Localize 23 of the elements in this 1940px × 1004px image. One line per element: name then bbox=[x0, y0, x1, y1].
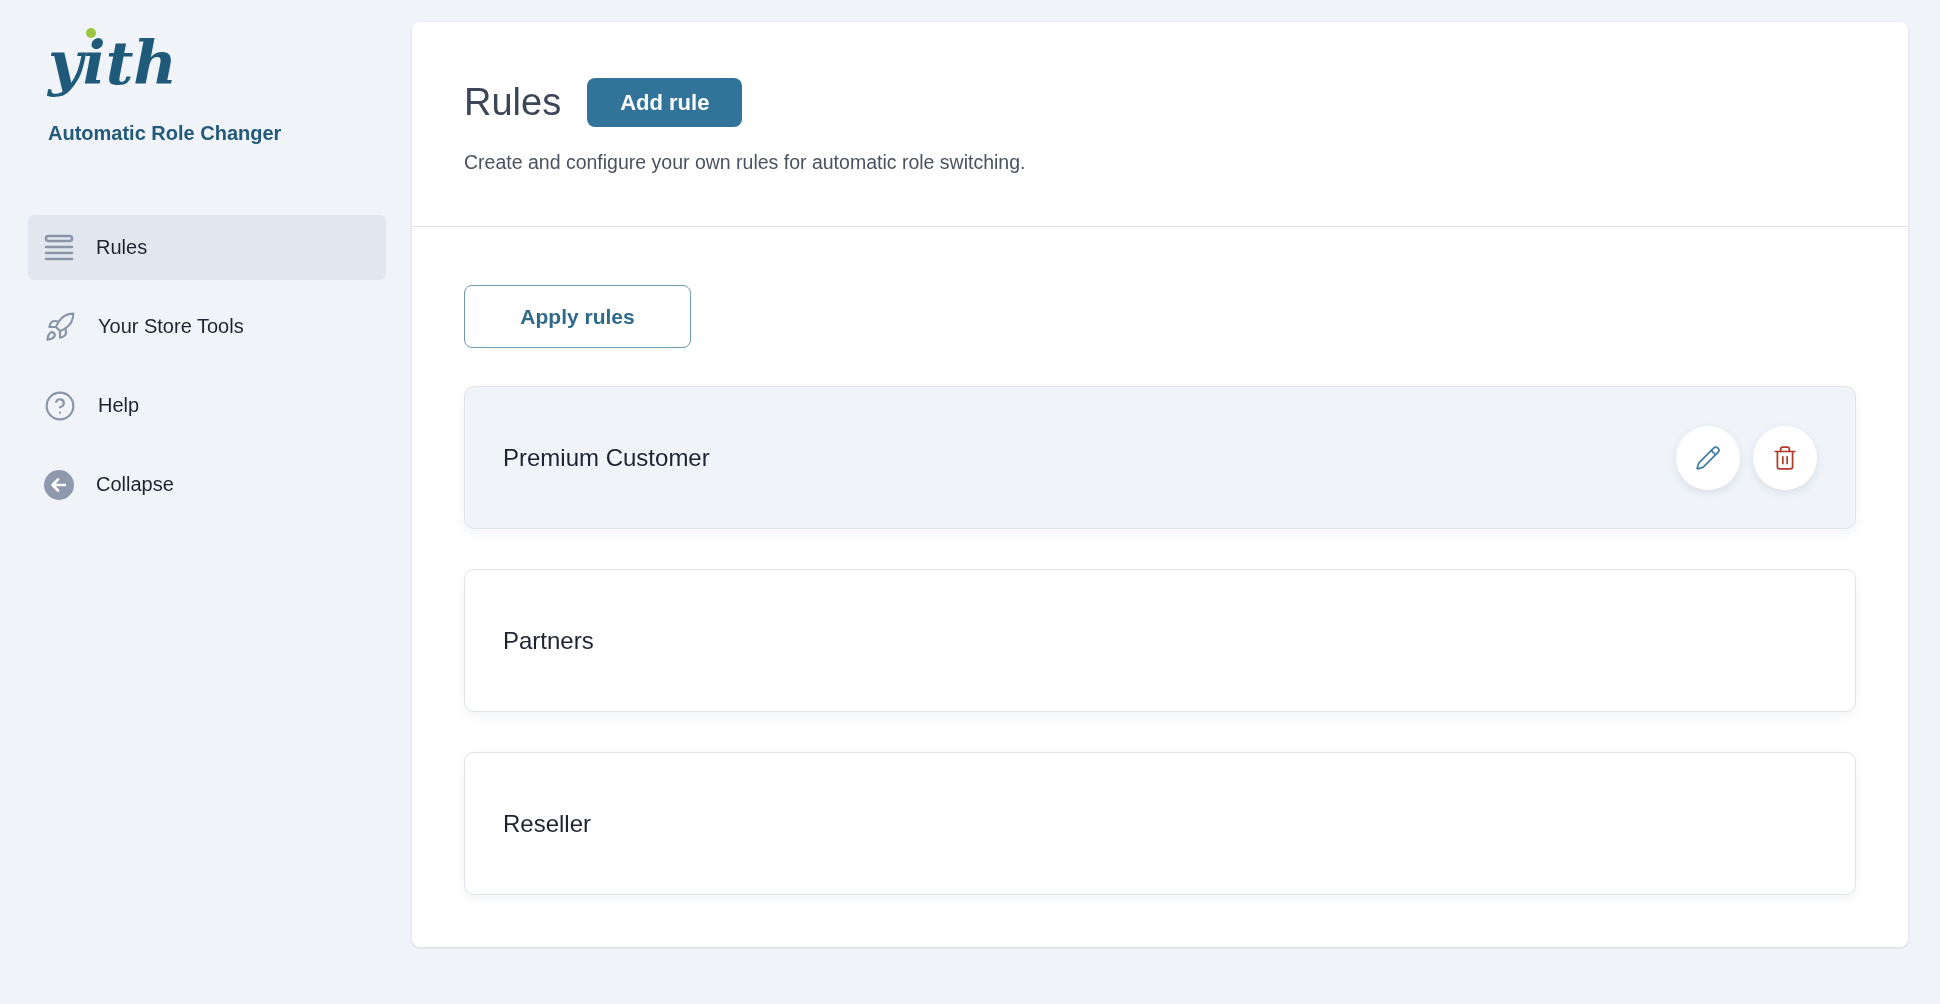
page-title: Rules bbox=[464, 81, 562, 124]
list-icon bbox=[44, 233, 74, 262]
sidebar-item[interactable]: Collapse bbox=[28, 452, 386, 517]
apply-rules-button[interactable]: Apply rules bbox=[464, 285, 691, 348]
pencil-icon bbox=[1695, 444, 1721, 471]
rule-row[interactable]: Reseller bbox=[464, 752, 1856, 895]
rule-name: Partners bbox=[503, 626, 595, 655]
rule-name: Reseller bbox=[503, 809, 593, 838]
rule-row[interactable]: Premium Customer bbox=[464, 386, 1856, 529]
trash-icon bbox=[1772, 444, 1798, 471]
page-description: Create and configure your own rules for automatic role switching. bbox=[464, 151, 1027, 174]
logo: yith bbox=[48, 28, 177, 98]
rule-name: Premium Customer bbox=[503, 443, 711, 472]
add-rule-button[interactable]: Add rule bbox=[587, 78, 743, 127]
rocket-icon bbox=[44, 310, 76, 343]
help-icon bbox=[44, 389, 76, 422]
sidebar-item[interactable]: Help bbox=[28, 373, 386, 438]
sidebar-item[interactable]: Rules bbox=[28, 215, 386, 280]
edit-button[interactable] bbox=[1676, 425, 1740, 490]
rule-row[interactable]: Partners bbox=[464, 569, 1856, 712]
product-name: Automatic Role Changer bbox=[48, 122, 283, 145]
sidebar-item[interactable]: Your Store Tools bbox=[28, 294, 386, 359]
delete-button[interactable] bbox=[1753, 425, 1817, 490]
